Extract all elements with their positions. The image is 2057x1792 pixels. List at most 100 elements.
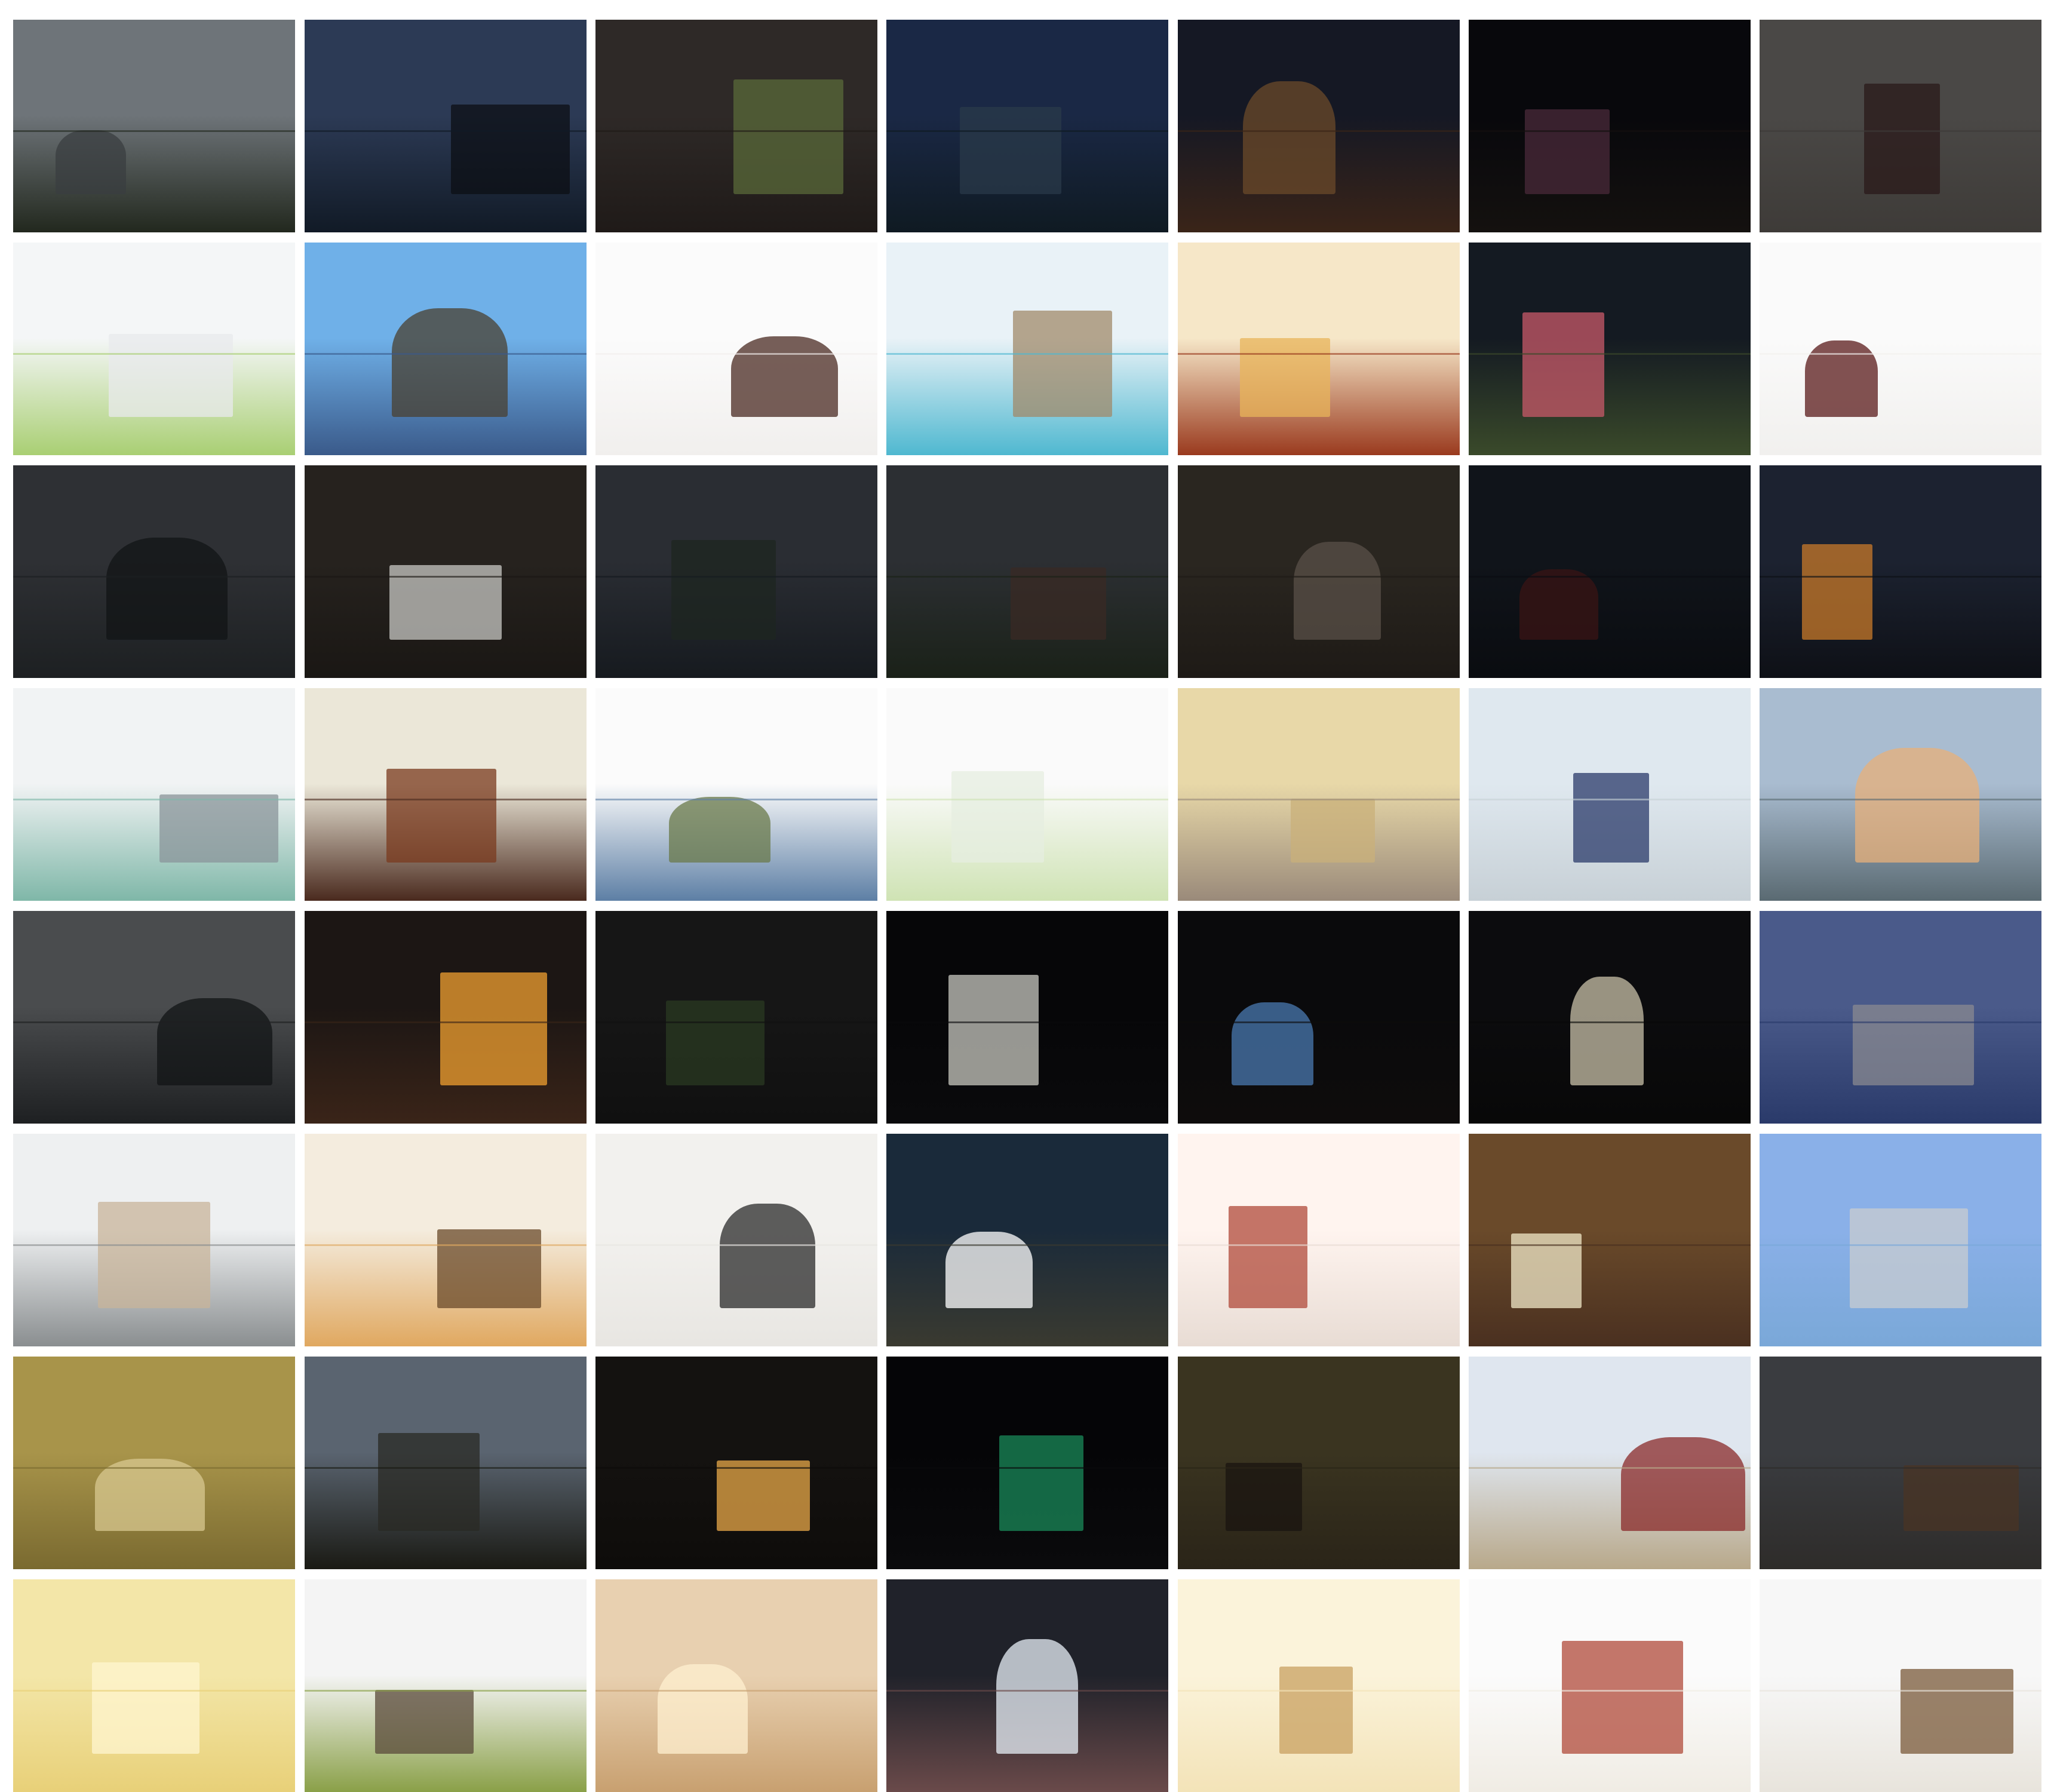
thumbnail-horizon — [1760, 1021, 2041, 1024]
thumbnail-western-boardwalk-dark — [1760, 1357, 2041, 1569]
thumbnail-subject — [657, 1664, 748, 1754]
thumbnail-subject — [959, 106, 1061, 194]
thumbnail-horizon — [1178, 1467, 1460, 1469]
thumbnail-horizon — [1178, 1244, 1460, 1247]
thumbnail-horizon — [13, 353, 295, 355]
thumbnail-horizon — [1469, 1021, 1751, 1024]
thumbnail-horizon — [13, 1021, 295, 1024]
thumbnail-clock-tower-night-bright — [1469, 243, 1751, 455]
thumbnail-subject — [92, 1662, 199, 1754]
thumbnail-subject — [1226, 1463, 1302, 1531]
thumbnail-horizon — [13, 799, 295, 801]
thumbnail-clock-tower-night-dark — [1469, 20, 1751, 232]
thumbnail-street-store-night-bright — [886, 1579, 1168, 1792]
thumbnail-capitol-arch-night-bright — [886, 1134, 1168, 1346]
thumbnail-subject — [375, 1690, 474, 1754]
thumbnail-subject — [730, 336, 838, 417]
thumbnail-subject — [948, 974, 1039, 1085]
thumbnail-horizon — [305, 353, 587, 355]
thumbnail-horizon — [886, 1244, 1168, 1247]
thumbnail-subject — [1293, 542, 1381, 640]
thumbnail-subject — [1573, 773, 1650, 863]
thumbnail-minoan-ruins-dark — [1469, 1357, 1751, 1569]
thumbnail-horizon — [886, 1690, 1168, 1692]
thumbnail-subject — [1228, 1206, 1308, 1308]
thumbnail-apartment-towers-park-bright — [13, 243, 295, 455]
thumbnail-subject — [716, 1460, 810, 1531]
thumbnail-subject — [1242, 81, 1336, 194]
thumbnail-horizon — [1760, 799, 2041, 801]
thumbnail-candle-table-dark — [305, 911, 587, 1124]
thumbnail-horizon — [1760, 1244, 2041, 1247]
thumbnail-lamp-figurine-interior-dark — [595, 1357, 877, 1569]
thumbnail-subject — [156, 998, 273, 1085]
thumbnail-horizon — [595, 1244, 877, 1247]
thumbnail-street-store-night-dark — [886, 1357, 1168, 1569]
thumbnail-subject — [386, 769, 496, 863]
thumbnail-horizon — [1469, 576, 1751, 578]
thumbnail-subject — [1522, 312, 1604, 417]
thumbnail-horizon — [886, 576, 1168, 578]
thumbnail-subject — [1620, 1437, 1745, 1531]
thumbnail-mountains-lake-clouds-bright — [305, 243, 587, 455]
thumbnail-harbour-skyline-dark — [13, 465, 295, 678]
thumbnail-subject — [1290, 799, 1376, 863]
thumbnail-horizon — [1760, 576, 2041, 578]
thumbnail-venice-canal-dome-bright — [13, 1134, 295, 1346]
thumbnail-ornate-castle-facade-bright — [1178, 243, 1460, 455]
thumbnail-horizon — [13, 1244, 295, 1247]
thumbnail-horizon — [305, 130, 587, 133]
thumbnail-river-bridge-sunset-bright — [1760, 688, 2041, 901]
thumbnail-horse-stable-dark — [305, 465, 587, 678]
thumbnail-horizon — [305, 799, 587, 801]
thumbnail-horizon — [886, 353, 1168, 355]
thumbnail-doorway-interior-bright — [595, 243, 877, 455]
thumbnail-horizon — [1469, 130, 1751, 133]
thumbnail-coastline-sea-bright — [886, 243, 1168, 455]
thumbnail-subject — [996, 1638, 1078, 1754]
thumbnail-subject — [106, 538, 228, 640]
thumbnail-museum-hall-windows-dark — [1469, 911, 1751, 1124]
thumbnail-subject — [1570, 977, 1644, 1085]
thumbnail-horizon — [1178, 353, 1460, 355]
thumbnail-horizon — [305, 576, 587, 578]
thumbnail-town-rooftops-trees-bright — [886, 688, 1168, 901]
thumbnail-art-room-window-dark — [1178, 911, 1460, 1124]
thumbnail-subject — [671, 539, 776, 640]
thumbnail-car-showroom-dark — [1469, 465, 1751, 678]
thumbnail-study-window-bright — [595, 1134, 877, 1346]
thumbnail-subject — [1013, 310, 1112, 417]
thumbnail-doorway-interior-dark — [595, 20, 877, 232]
thumbnail-subject — [55, 130, 126, 194]
thumbnail-town-rooftops-trees-dark — [886, 465, 1168, 678]
thumbnail-gallery-corridor-bright — [13, 1579, 295, 1792]
thumbnail-horizon — [1469, 1244, 1751, 1247]
thumbnail-coastline-sea-dark — [886, 20, 1168, 232]
thumbnail-lake-storm-clouds-bright — [595, 688, 877, 901]
thumbnail-horizon — [595, 799, 877, 801]
thumbnail-subject — [1231, 1002, 1313, 1085]
thumbnail-car-showroom-bright — [1469, 688, 1751, 901]
thumbnail-pier-lamps-dusk-dark — [1760, 911, 2041, 1124]
thumbnail-horizon — [1469, 799, 1751, 801]
thumbnail-horizon — [1469, 353, 1751, 355]
thumbnail-subject — [1804, 340, 1878, 417]
thumbnail-art-room-window-bright — [1178, 1134, 1460, 1346]
thumbnail-horizon — [886, 799, 1168, 801]
thumbnail-subject — [1855, 747, 1980, 863]
thumbnail-horizon — [886, 1021, 1168, 1024]
thumbnail-horizon — [1178, 1690, 1460, 1692]
thumbnail-hallway-flowers-bright — [1760, 243, 2041, 455]
thumbnail-horizon — [1178, 130, 1460, 133]
thumbnail-subject — [437, 1229, 542, 1308]
thumbnail-horizon — [305, 1690, 587, 1692]
thumbnail-lake-storm-clouds-dark — [595, 465, 877, 678]
thumbnail-mountains-lake-clouds-dark — [305, 20, 587, 232]
thumbnail-horizon — [595, 1021, 877, 1024]
thumbnail-subject — [719, 1204, 816, 1308]
thumbnail-harbour-skyline-bright — [13, 688, 295, 901]
thumbnail-river-bridge-sunset-dark — [1760, 465, 2041, 678]
thumbnail-lamp-figurine-interior-bright — [595, 1579, 877, 1792]
thumbnail-subject — [945, 1231, 1033, 1308]
thumbnail-horizon — [1760, 1467, 2041, 1469]
